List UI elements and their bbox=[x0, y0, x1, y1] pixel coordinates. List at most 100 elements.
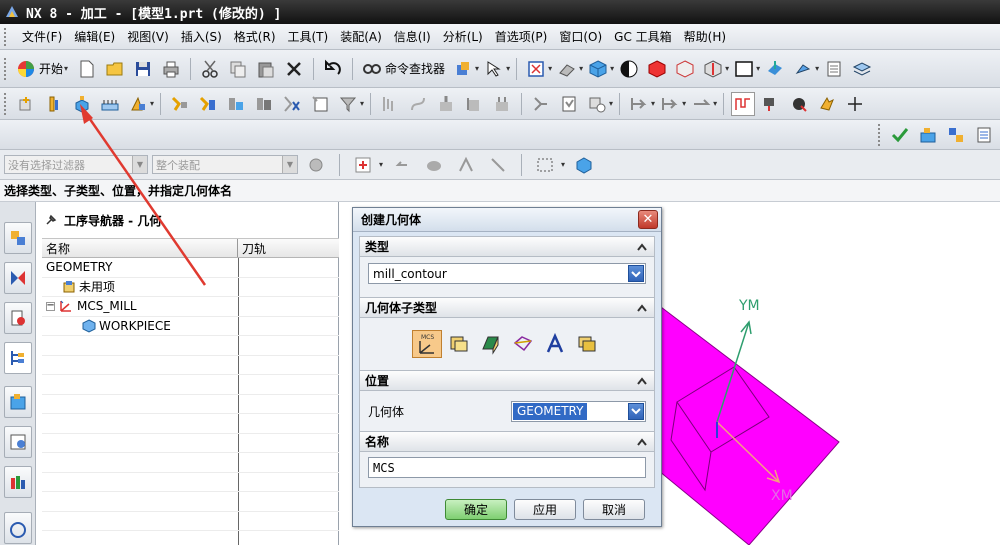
command-finder-button[interactable]: 命令查找器 bbox=[358, 59, 449, 79]
geometry-name-input[interactable]: MCS bbox=[368, 457, 646, 478]
apply-button[interactable]: 应用 bbox=[514, 498, 576, 520]
menu-file[interactable]: 文件(F) bbox=[16, 28, 68, 45]
layer-icon[interactable] bbox=[822, 57, 846, 81]
pin-icon[interactable] bbox=[44, 213, 58, 227]
delete-icon[interactable] bbox=[282, 57, 306, 81]
properties-icon[interactable] bbox=[308, 92, 332, 116]
feature-group-icon[interactable] bbox=[916, 123, 940, 147]
fit-view-icon[interactable] bbox=[524, 57, 548, 81]
rectangle-select-icon[interactable] bbox=[533, 153, 557, 177]
chevron-down-icon[interactable]: ▾ bbox=[610, 64, 614, 73]
section-view-icon[interactable] bbox=[701, 57, 725, 81]
layer-settings-icon[interactable] bbox=[850, 57, 874, 81]
subtype-mill-geometry[interactable] bbox=[572, 330, 602, 358]
filter-icon[interactable] bbox=[336, 92, 360, 116]
subtype-mill-boundary[interactable] bbox=[508, 330, 538, 358]
path-display-icon[interactable] bbox=[731, 91, 756, 116]
create-operation-icon[interactable] bbox=[126, 92, 150, 116]
tree-row-geometry[interactable]: GEOMETRY bbox=[42, 258, 339, 278]
chevron-up-icon[interactable] bbox=[634, 239, 650, 254]
program-order-view-icon[interactable] bbox=[168, 92, 192, 116]
type-select[interactable]: mill_contour bbox=[368, 263, 646, 284]
transform-icon[interactable] bbox=[627, 92, 651, 116]
menu-analysis[interactable]: 分析(L) bbox=[437, 28, 489, 45]
machining-method-view-icon[interactable] bbox=[252, 92, 276, 116]
section-name[interactable]: 名称 bbox=[359, 431, 655, 452]
collapse-icon[interactable]: − bbox=[46, 301, 55, 311]
geometry-parent-select[interactable]: GEOMETRY bbox=[510, 400, 646, 422]
machining-time-icon[interactable] bbox=[585, 92, 609, 116]
select-curves-icon[interactable] bbox=[486, 153, 510, 177]
menu-window[interactable]: 窗口(O) bbox=[553, 28, 608, 45]
tool-display-icon[interactable] bbox=[759, 92, 783, 116]
subtype-mill-text[interactable] bbox=[540, 330, 570, 358]
section-position[interactable]: 位置 bbox=[359, 370, 655, 391]
menu-insert[interactable]: 插入(S) bbox=[175, 28, 228, 45]
undo-icon[interactable] bbox=[321, 57, 345, 81]
cut-icon[interactable] bbox=[198, 57, 222, 81]
create-geometry-icon[interactable] bbox=[70, 92, 94, 116]
edge-display-icon[interactable] bbox=[645, 57, 669, 81]
delete-object-icon[interactable] bbox=[280, 92, 304, 116]
menu-preferences[interactable]: 首选项(P) bbox=[489, 28, 554, 45]
tree-row-mcs-mill[interactable]: − MCS_MILL bbox=[42, 297, 339, 317]
column-header-name[interactable]: 名称 bbox=[42, 239, 238, 257]
user-defaults-icon[interactable] bbox=[815, 92, 839, 116]
list-toolpath-icon[interactable] bbox=[434, 92, 458, 116]
shaded-view-icon[interactable] bbox=[586, 57, 610, 81]
chevron-up-icon[interactable] bbox=[634, 434, 650, 449]
subtype-workpiece[interactable] bbox=[444, 330, 474, 358]
wcs-icon[interactable] bbox=[763, 57, 787, 81]
machine-tool-view-icon[interactable] bbox=[196, 92, 220, 116]
chevron-down-icon[interactable]: ▾ bbox=[150, 99, 154, 108]
section-type[interactable]: 类型 bbox=[359, 236, 655, 257]
resource-part-navigator[interactable] bbox=[4, 302, 32, 334]
subtype-mcs[interactable]: MCS bbox=[412, 330, 442, 358]
verify-toolpath-icon[interactable] bbox=[462, 92, 486, 116]
postprocess-icon[interactable] bbox=[529, 92, 553, 116]
feature-list-icon[interactable] bbox=[972, 123, 996, 147]
chevron-down-icon[interactable]: ▾ bbox=[682, 99, 686, 108]
menu-tools[interactable]: 工具(T) bbox=[282, 28, 335, 45]
column-header-toolpath[interactable]: 刀轨 bbox=[238, 239, 266, 257]
resource-machine-navigator[interactable] bbox=[4, 386, 32, 418]
check-tool-icon[interactable] bbox=[888, 123, 912, 147]
chevron-down-icon[interactable]: ▾ bbox=[725, 64, 729, 73]
menu-info[interactable]: 信息(I) bbox=[388, 28, 437, 45]
save-icon[interactable] bbox=[131, 57, 155, 81]
object-transform-icon[interactable] bbox=[658, 92, 682, 116]
feature-navigator-icon[interactable] bbox=[944, 123, 968, 147]
tree-row-unused[interactable]: 未用项 bbox=[42, 278, 339, 297]
resource-web-browser[interactable] bbox=[4, 426, 32, 458]
menu-format[interactable]: 格式(R) bbox=[228, 28, 282, 45]
menu-help[interactable]: 帮助(H) bbox=[678, 28, 732, 45]
feed-rate-icon[interactable] bbox=[787, 92, 811, 116]
select-faces-icon[interactable] bbox=[422, 153, 446, 177]
select-body-icon[interactable] bbox=[572, 153, 596, 177]
chevron-down-icon[interactable]: ▾ bbox=[548, 64, 552, 73]
hidden-edge-icon[interactable] bbox=[673, 57, 697, 81]
filter-settings-icon[interactable] bbox=[304, 153, 328, 177]
subtype-mill-area[interactable] bbox=[476, 330, 506, 358]
chevron-down-icon[interactable]: ▾ bbox=[475, 64, 479, 73]
chevron-down-icon[interactable]: ▾ bbox=[815, 64, 819, 73]
paste-icon[interactable] bbox=[254, 57, 278, 81]
chevron-down-icon[interactable]: ▾ bbox=[756, 64, 760, 73]
close-icon[interactable]: ✕ bbox=[638, 210, 658, 229]
ok-button[interactable]: 确定 bbox=[445, 498, 507, 520]
menu-view[interactable]: 视图(V) bbox=[121, 28, 175, 45]
select-edges-icon[interactable] bbox=[454, 153, 478, 177]
open-folder-icon[interactable] bbox=[103, 57, 127, 81]
section-subtype[interactable]: 几何体子类型 bbox=[359, 297, 655, 318]
generate-toolpath-icon[interactable] bbox=[378, 92, 402, 116]
print-icon[interactable] bbox=[159, 57, 183, 81]
display-toolpath-icon[interactable] bbox=[689, 92, 713, 116]
copy-icon[interactable] bbox=[226, 57, 250, 81]
create-program-icon[interactable] bbox=[14, 92, 38, 116]
resource-operation-navigator[interactable] bbox=[4, 342, 32, 374]
chevron-up-icon[interactable] bbox=[634, 373, 650, 388]
assembly-filter-combo[interactable]: 整个装配 ▼ bbox=[152, 155, 298, 174]
chevron-down-icon[interactable] bbox=[628, 402, 644, 420]
new-file-icon[interactable] bbox=[75, 57, 99, 81]
cancel-button[interactable]: 取消 bbox=[583, 498, 645, 520]
